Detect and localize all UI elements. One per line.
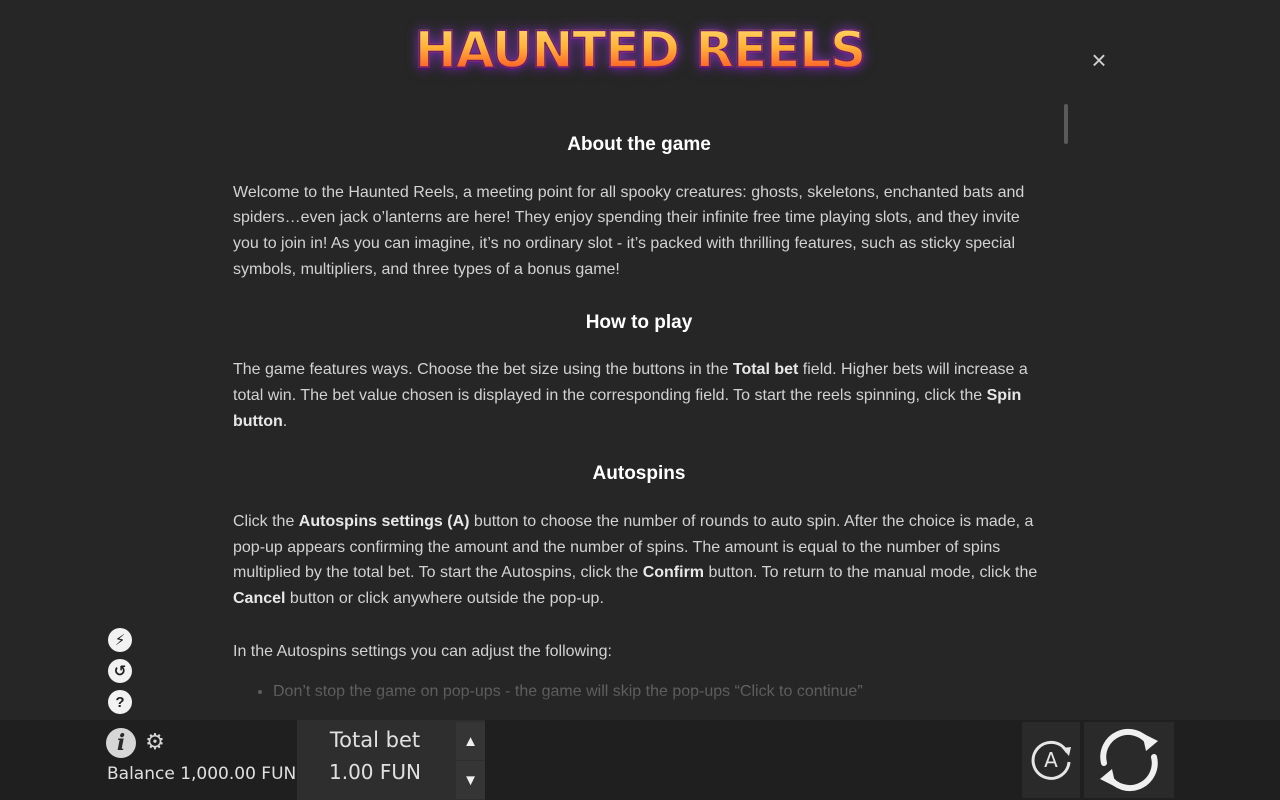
help-icon[interactable]: ? xyxy=(108,690,132,714)
scrollbar-thumb[interactable] xyxy=(1064,104,1068,144)
game-rules-page: HAUNTED REELS × About the game Welcome t… xyxy=(0,0,1280,800)
logo-text: HAUNTED REELS xyxy=(414,18,867,82)
howto-text-1: The game features ways. Choose the bet s… xyxy=(233,361,733,379)
autospins-bold-confirm: Confirm xyxy=(642,564,705,582)
about-text: Welcome to the Haunted Reels, a meeting … xyxy=(233,183,1025,278)
autospins-text-3: button. To return to the manual mode, cl… xyxy=(704,564,1038,582)
balance-display: Balance 1,000.00 FUN xyxy=(107,764,297,784)
howto-text-3: . xyxy=(282,412,288,430)
total-bet-label: Total bet xyxy=(329,728,421,752)
autospin-button[interactable]: A xyxy=(1022,722,1080,798)
autospins-settings-intro: In the Autospins settings you can adjust… xyxy=(233,642,612,660)
autospins-text: Click the Autospins settings (A) button … xyxy=(233,509,1045,612)
autospins-text-4: button or click anywhere outside the pop… xyxy=(285,590,604,608)
section-title-about: About the game xyxy=(567,134,711,155)
close-icon[interactable]: × xyxy=(1086,46,1112,74)
turbo-icon[interactable]: ⚡ xyxy=(108,628,132,652)
history-icon[interactable]: ↺ xyxy=(108,659,132,683)
section-title-autospins: Autospins xyxy=(592,463,686,485)
autospins-settings-list: Don’t stop the game on pop-ups - the gam… xyxy=(233,679,1045,703)
autospin-letter: A xyxy=(1044,748,1058,772)
autospins-bold-cancel: Cancel xyxy=(233,590,286,608)
section-title-howto: How to play xyxy=(585,311,693,333)
bet-decrease-button[interactable]: ▼ xyxy=(456,761,485,799)
bet-increase-button[interactable]: ▲ xyxy=(456,722,485,760)
howto-text: The game features ways. Choose the bet s… xyxy=(233,357,1045,434)
howto-bold-total-bet: Total bet xyxy=(732,361,799,379)
spin-icon xyxy=(1100,728,1158,792)
rules-content: About the game Welcome to the Haunted Re… xyxy=(233,128,1045,703)
autospins-text-1: Click the xyxy=(233,513,299,531)
info-icon[interactable]: i xyxy=(106,728,136,758)
list-item: Don’t stop the game on pop-ups - the gam… xyxy=(273,679,1045,703)
gear-icon[interactable]: ⚙ xyxy=(144,731,166,753)
spin-button[interactable] xyxy=(1084,722,1174,798)
side-icons: ⚡ ↺ ? xyxy=(108,628,134,721)
autospins-bold-settings: Autospins settings (A) xyxy=(298,513,470,531)
total-bet-value: 1.00 FUN xyxy=(329,760,421,784)
autospin-icon: A xyxy=(1031,740,1071,780)
